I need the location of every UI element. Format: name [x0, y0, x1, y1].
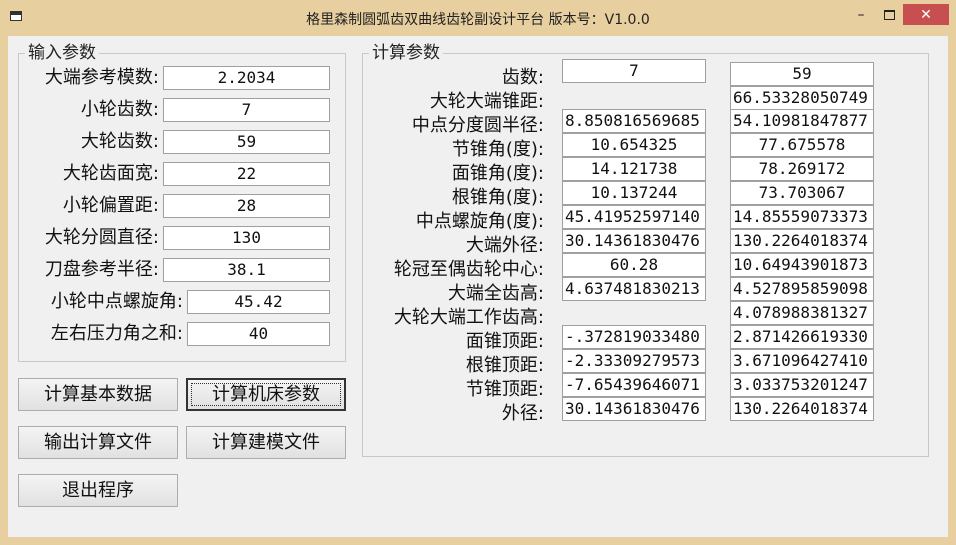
pinion-value-field[interactable]: 30.14361830476: [562, 229, 706, 253]
calc-label: 中点分度圆半径:: [411, 115, 544, 136]
gear-value-field[interactable]: 59: [730, 62, 874, 86]
gear-value-field[interactable]: 2.871426619330: [730, 325, 874, 349]
maximize-icon: [883, 10, 895, 20]
pinion-value-field[interactable]: 10.654325: [562, 133, 706, 157]
gear-value-field[interactable]: 130.2264018374: [730, 397, 874, 421]
input-field[interactable]: 40: [187, 322, 330, 346]
pinion-value-field[interactable]: -7.65439646071: [562, 373, 706, 397]
pinion-value-field[interactable]: -2.33309279573: [562, 349, 706, 373]
gear-value-field[interactable]: 14.85559073373: [730, 205, 874, 229]
input-label: 小轮中点螺旋角:: [50, 291, 183, 312]
input-label: 小轮齿数:: [80, 99, 159, 120]
gear-value-field[interactable]: 4.078988381327: [730, 301, 874, 325]
calc-machine-params-button[interactable]: 计算机床参数: [186, 378, 346, 411]
calc-label: 节锥顶距:: [465, 379, 544, 400]
gear-value-field[interactable]: 4.527895859098: [730, 277, 874, 301]
calc-label: 节锥角(度):: [451, 139, 544, 160]
input-field[interactable]: 2.2034: [163, 66, 330, 90]
pinion-value-field[interactable]: -.372819033480: [562, 325, 706, 349]
exit-program-button[interactable]: 退出程序: [18, 474, 178, 507]
calc-label: 根锥角(度):: [451, 187, 544, 208]
pinion-value-field[interactable]: 4.637481830213: [562, 277, 706, 301]
calc-params-title: 计算参数: [369, 42, 443, 64]
output-calc-file-button[interactable]: 输出计算文件: [18, 426, 178, 459]
client-area: 输入参数 大端参考模数: 2.2034 小轮齿数: 7 大轮齿数: 59 大轮齿面宽: 22 小…: [8, 36, 948, 537]
calc-label: 大轮大端工作齿高:: [393, 307, 544, 328]
gear-value-field[interactable]: 73.703067: [730, 181, 874, 205]
calc-label: 根锥顶距:: [465, 355, 544, 376]
gear-value-field[interactable]: 54.10981847877: [730, 109, 874, 133]
calc-label: 大端全齿高:: [447, 283, 544, 304]
close-button[interactable]: ✕: [903, 4, 949, 25]
minimize-button[interactable]: –: [848, 4, 874, 26]
pinion-value-field[interactable]: 45.41952597140: [562, 205, 706, 229]
input-label: 大轮分圆直径:: [44, 227, 159, 248]
input-field[interactable]: 38.1: [163, 258, 330, 282]
input-field[interactable]: 22: [163, 162, 330, 186]
maximize-button[interactable]: [876, 4, 902, 26]
input-label: 大端参考模数:: [44, 67, 159, 88]
calc-label: 外径:: [501, 403, 544, 424]
calc-params-group: 计算参数 齿数: 7 59 大轮大端锥距: 66.53328050749 中点分度圆半径:…: [362, 42, 929, 457]
input-field[interactable]: 7: [163, 98, 330, 122]
calc-label: 轮冠至偶齿轮中心:: [393, 259, 544, 280]
pinion-value-field[interactable]: 10.137244: [562, 181, 706, 205]
pinion-value-field[interactable]: 30.14361830476: [562, 397, 706, 421]
gear-value-field[interactable]: 66.53328050749: [730, 86, 874, 110]
gear-value-field[interactable]: 3.033753201247: [730, 373, 874, 397]
input-label: 小轮偏置距:: [62, 195, 159, 216]
pinion-value-field[interactable]: 60.28: [562, 253, 706, 277]
input-params-title: 输入参数: [25, 42, 99, 64]
calc-label: 大端外径:: [465, 235, 544, 256]
input-label: 左右压力角之和:: [50, 323, 183, 344]
input-label: 刀盘参考半径:: [44, 259, 159, 280]
gear-value-field[interactable]: 130.2264018374: [730, 229, 874, 253]
app-window: 格里森制圆弧齿双曲线齿轮副设计平台 版本号：V1.0.0 – ✕ 输入参数 大端…: [0, 0, 956, 545]
input-field[interactable]: 28: [163, 194, 330, 218]
input-params-group: 输入参数 大端参考模数: 2.2034 小轮齿数: 7 大轮齿数: 59 大轮齿面宽: 22 小…: [18, 42, 346, 362]
calc-label: 面锥顶距:: [465, 331, 544, 352]
input-label: 大轮齿面宽:: [62, 163, 159, 184]
gear-value-field[interactable]: 77.675578: [730, 133, 874, 157]
calc-basic-data-button[interactable]: 计算基本数据: [18, 378, 178, 411]
calc-label: 大轮大端锥距:: [429, 91, 544, 112]
title-bar[interactable]: 格里森制圆弧齿双曲线齿轮副设计平台 版本号：V1.0.0 – ✕: [0, 0, 956, 36]
window-title: 格里森制圆弧齿双曲线齿轮副设计平台 版本号：V1.0.0: [306, 12, 650, 28]
input-field[interactable]: 45.42: [187, 290, 330, 314]
gear-value-field[interactable]: 78.269172: [730, 157, 874, 181]
calc-model-file-button[interactable]: 计算建模文件: [186, 426, 346, 459]
calc-label: 面锥角(度):: [451, 163, 544, 184]
pinion-value-field[interactable]: 7: [562, 59, 706, 83]
gear-value-field[interactable]: 10.64943901873: [730, 253, 874, 277]
pinion-value-field[interactable]: 8.850816569685: [562, 109, 706, 133]
input-label: 大轮齿数:: [80, 131, 159, 152]
pinion-value-field[interactable]: 14.121738: [562, 157, 706, 181]
calc-label: 齿数:: [501, 67, 544, 88]
input-field[interactable]: 130: [163, 226, 330, 250]
gear-value-field[interactable]: 3.671096427410: [730, 349, 874, 373]
calc-label: 中点螺旋角(度):: [415, 211, 544, 232]
input-field[interactable]: 59: [163, 130, 330, 154]
